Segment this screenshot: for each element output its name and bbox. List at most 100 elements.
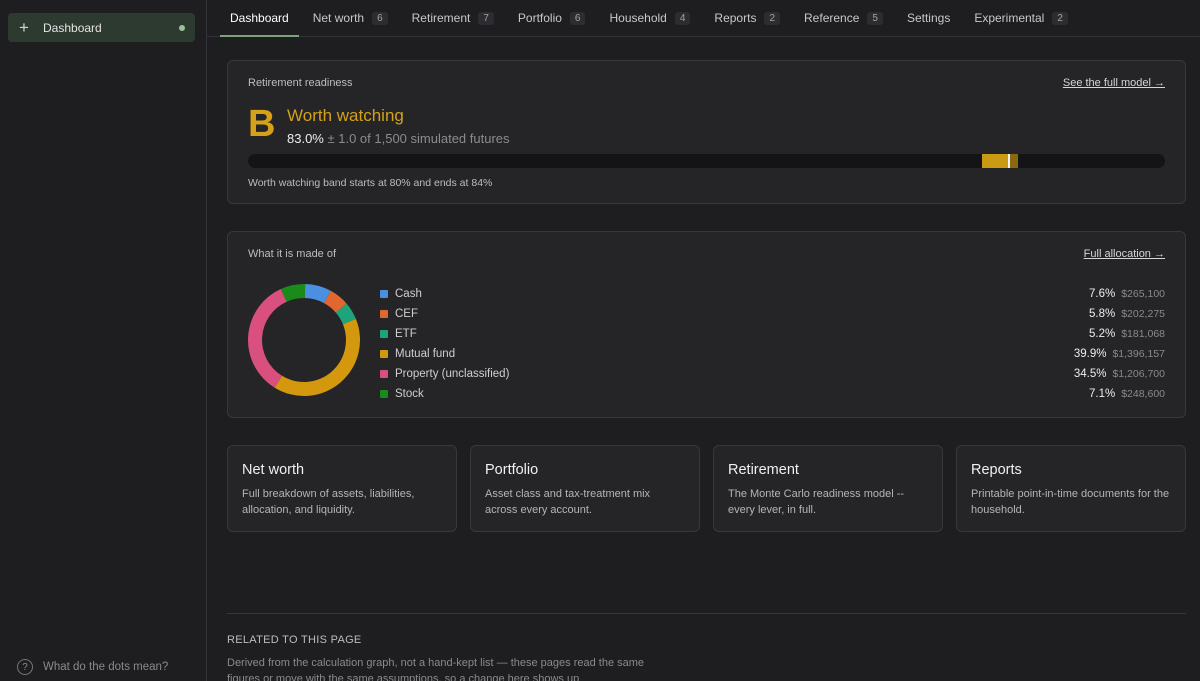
readiness-card: Retirement readiness See the full model … [227,60,1186,204]
allocation-card: What it is made of Full allocation → Cas… [227,231,1186,418]
legend-label: Mutual fund [395,348,456,360]
divider [227,613,1186,614]
allocation-percent: 5.2% [1088,328,1116,340]
allocation-donut [248,284,360,396]
legend-label: Property (unclassified) [395,368,510,380]
tab-label: Settings [906,11,951,25]
full-allocation-link[interactable]: Full allocation → [1084,248,1165,260]
allocation-value-row: 7.6% $265,100 [1074,284,1165,304]
card-description: The Monte Carlo readiness model -- every… [728,488,905,516]
readiness-band [981,154,1010,168]
portfolio-card[interactable]: Portfolio Asset class and tax-treatment … [470,445,700,532]
allocation-value-row: 39.9% $1,396,157 [1074,344,1165,364]
donut-slice-mutual-fund [274,319,360,396]
allocation-amount: $181,068 [1121,328,1165,340]
allocation-value-row: 34.5% $1,206,700 [1074,364,1165,384]
legend-label: CEF [395,308,418,320]
tab-dashboard[interactable]: Dashboard [220,0,299,37]
full-model-link[interactable]: See the full model → [1063,77,1165,89]
tab-count-badge: 6 [569,11,586,25]
tab-net-worth[interactable]: Net worth 6 [303,0,398,36]
help-label: What do the dots mean? [43,661,169,673]
band-note: Worth watching band starts at 80% and en… [248,177,493,189]
grade-letter: B [248,103,276,145]
allocation-percent: 5.8% [1088,308,1116,320]
readiness-percentage: 83.0% ± 1.0 of 1,500 simulated futures [287,131,510,146]
legend-swatch [380,290,388,298]
readiness-band-upper [1009,154,1019,168]
card-description: Full breakdown of assets, liabilities, a… [242,488,415,516]
card-heading: Retirement readiness [248,77,353,89]
card-title: Reports [971,462,1022,478]
allocation-amount: $248,600 [1121,388,1165,400]
allocation-values: 7.6% $265,100 5.8% $202,275 5.2% $181,068 39.9… [1074,284,1165,404]
tab-label: Household [609,11,667,25]
legend-item: ETF [380,324,509,344]
allocation-percent: 7.1% [1088,388,1116,400]
tab-count-badge: 2 [764,11,781,25]
allocation-legend: Cash CEF ETF Mutual fund Property (unclassif… [380,284,509,404]
legend-swatch [380,390,388,398]
sidebar-item-dashboard[interactable]: + Dashboard [8,13,195,42]
tab-count-badge: 6 [372,11,388,25]
allocation-value-row: 5.8% $202,275 [1074,304,1165,324]
allocation-percent: 7.6% [1088,288,1116,300]
tab-experimental[interactable]: Experimental 2 [964,0,1078,36]
readiness-track [248,154,1165,168]
plus-icon: + [19,18,29,37]
legend-label: Stock [395,388,424,400]
card-title: Net worth [242,462,305,478]
net-worth-card[interactable]: Net worth Full breakdown of assets, liab… [227,445,457,532]
status-dot [179,25,185,31]
tab-count-badge: 4 [674,11,691,25]
sidebar-item-label: Dashboard [43,20,102,35]
tab-settings[interactable]: Settings [897,0,960,36]
top-nav: Dashboard Net worth 6 Retirement 7 Portfol… [207,0,1200,37]
tab-label: Reference [804,11,860,25]
legend-swatch [380,310,388,318]
tab-label: Experimental [974,11,1045,25]
tab-label: Net worth [312,11,365,25]
readiness-value: 83.0% [287,131,324,146]
retirement-card[interactable]: Retirement The Monte Carlo readiness mod… [713,445,943,532]
dots-help-link[interactable]: ? What do the dots mean? [17,659,168,675]
related-description: Derived from the calculation graph, not … [227,657,645,681]
allocation-percent: 34.5% [1073,368,1107,380]
sidebar: + Dashboard ? What do the dots mean? [0,0,207,681]
legend-item: CEF [380,304,509,324]
legend-label: Cash [395,288,422,300]
related-heading: RELATED TO THIS PAGE [227,634,362,646]
tab-label: Portfolio [517,11,562,25]
question-icon: ? [17,659,33,675]
card-title: Retirement [728,462,799,478]
donut-slice-property-unclassified [248,288,287,388]
tab-household[interactable]: Household 4 [599,0,700,36]
tab-retirement[interactable]: Retirement 7 [402,0,504,36]
legend-item: Cash [380,284,509,304]
allocation-amount: $265,100 [1121,288,1165,300]
tab-portfolio[interactable]: Portfolio 6 [508,0,596,36]
tab-label: Retirement [411,11,471,25]
card-description: Asset class and tax-treatment mix across… [485,488,651,516]
allocation-amount: $1,206,700 [1112,368,1165,380]
allocation-value-row: 7.1% $248,600 [1074,384,1165,404]
reports-card[interactable]: Reports Printable point-in-time document… [956,445,1186,532]
card-title: Portfolio [485,462,539,478]
tab-reference[interactable]: Reference 5 [794,0,893,36]
legend-swatch [380,370,388,378]
tab-label: Dashboard [230,11,289,25]
tab-count-badge: 7 [478,11,494,25]
legend-label: ETF [395,328,417,340]
legend-item: Stock [380,384,509,404]
tab-reports[interactable]: Reports 2 [704,0,790,36]
allocation-amount: $1,396,157 [1112,348,1165,360]
tab-label: Reports [714,11,757,25]
readiness-range: ± 1.0 of 1,500 simulated futures [323,131,510,146]
tab-count-badge: 5 [867,11,883,25]
readiness-status: Worth watching [287,106,404,125]
allocation-value-row: 5.2% $181,068 [1074,324,1165,344]
legend-item: Property (unclassified) [380,364,509,384]
allocation-amount: $202,275 [1121,308,1165,320]
card-description: Printable point-in-time documents for th… [971,488,1170,516]
tab-count-badge: 2 [1052,11,1068,25]
